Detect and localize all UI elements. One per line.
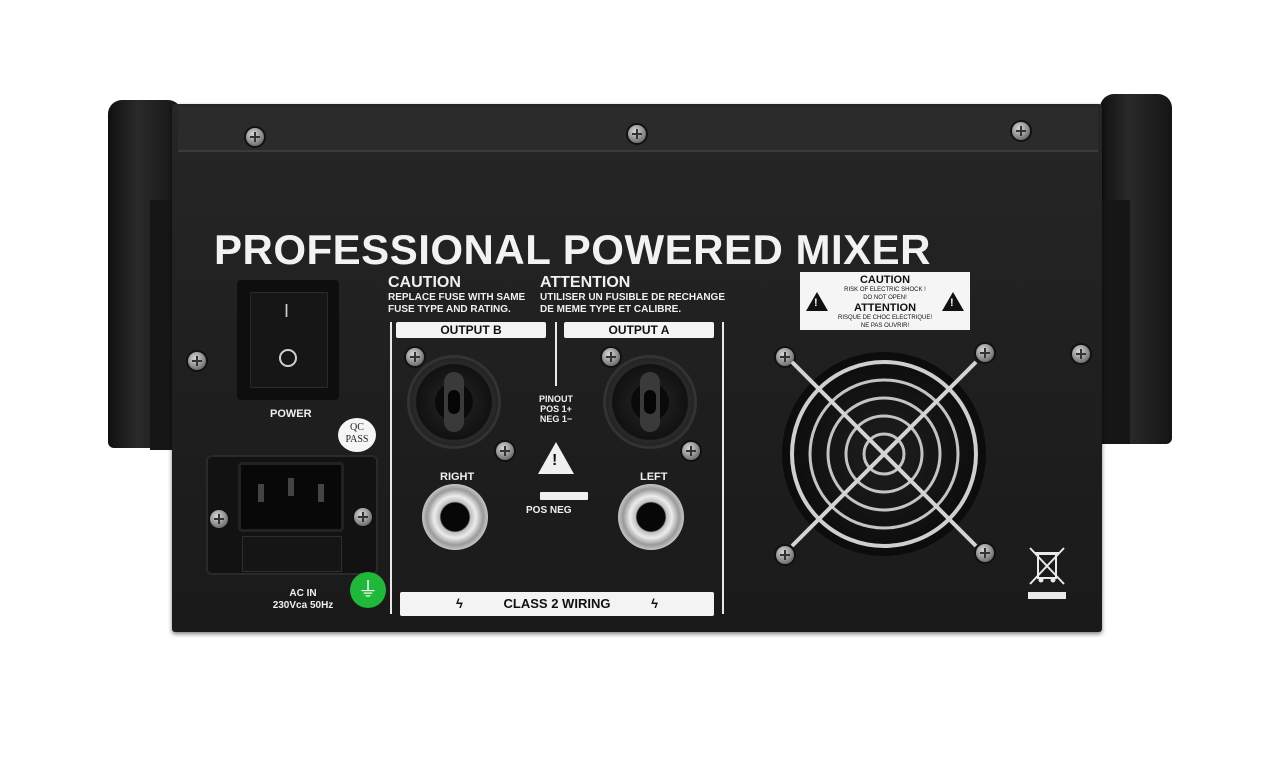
- left-label: LEFT: [640, 471, 668, 483]
- plug-diagram: [540, 492, 588, 500]
- power-off-symbol: [279, 349, 297, 367]
- bolt-icon: ϟ: [651, 596, 658, 611]
- shock-warning-sticker: CAUTION RISK OF ELECTRIC SHOCK ! DO NOT …: [800, 272, 970, 330]
- ac-power-socket[interactable]: [238, 462, 344, 532]
- class2-wiring-text: CLASS 2 WIRING: [503, 596, 611, 611]
- screw: [602, 348, 620, 366]
- pinout-line3: NEG 1−: [539, 414, 573, 424]
- right-handle-notch: [1100, 200, 1130, 444]
- fan-grille-icon: [790, 360, 978, 548]
- output-a-label: OUTPUT A: [564, 322, 714, 338]
- right-label: RIGHT: [440, 471, 475, 483]
- ac-in-line1: AC IN: [289, 588, 317, 599]
- output-b-label: OUTPUT B: [396, 322, 546, 338]
- caution-en: CAUTION REPLACE FUSE WITH SAME FUSE TYPE…: [388, 274, 548, 316]
- class2-wiring-label: ϟ CLASS 2 WIRING ϟ: [400, 592, 714, 616]
- ground-icon: ⏚: [358, 579, 378, 601]
- fuse-drawer[interactable]: [242, 536, 342, 572]
- divider: [555, 322, 557, 386]
- caution-fr-heading: ATTENTION: [540, 274, 631, 291]
- power-label: POWER: [270, 408, 312, 420]
- ground-sticker: ⏚: [350, 572, 386, 608]
- caution-fr-line1: UTILISER UN FUSIBLE DE RECHANGE: [540, 292, 726, 303]
- caution-en-line1: REPLACE FUSE WITH SAME: [388, 292, 526, 303]
- power-switch[interactable]: I: [250, 292, 328, 388]
- caution-fr-line2: DE MEME TYPE ET CALIBRE.: [540, 304, 682, 315]
- pinout-line1: PINOUT: [538, 394, 573, 404]
- pinout-label: PINOUT POS 1+ NEG 1−: [534, 394, 578, 424]
- screw: [628, 125, 646, 143]
- speakon-output-b[interactable]: [410, 358, 498, 446]
- cooling-fan: [782, 352, 986, 556]
- qc-line2: PASS: [345, 434, 369, 445]
- shock-line1-fr: RISQUE DE CHOC ELECTRIQUE!: [837, 315, 932, 321]
- weee-bin-icon: [1026, 544, 1068, 602]
- divider: [390, 322, 392, 614]
- qc-pass-sticker: QC PASS: [338, 418, 376, 452]
- caution-en-heading: CAUTION: [388, 274, 461, 291]
- bolt-icon: ϟ: [456, 596, 463, 611]
- qc-line1: QC: [350, 422, 364, 433]
- jack-output-left[interactable]: [618, 484, 684, 550]
- screw: [682, 442, 700, 460]
- warning-icon: !: [538, 442, 574, 474]
- shock-line2-fr: NE PAS OUVRIR!: [860, 323, 910, 329]
- ac-in-label: AC IN 230Vca 50Hz: [258, 588, 348, 612]
- caution-fr: ATTENTION UTILISER UN FUSIBLE DE RECHANG…: [540, 274, 730, 316]
- shock-heading-en: CAUTION: [859, 274, 911, 286]
- screw: [354, 508, 372, 526]
- power-on-symbol: I: [284, 301, 290, 321]
- screw: [496, 442, 514, 460]
- caution-en-line2: FUSE TYPE AND RATING.: [388, 304, 511, 315]
- ac-in-line2: 230Vca 50Hz: [272, 600, 334, 611]
- screw: [1012, 122, 1030, 140]
- pinout-line2: POS 1+: [540, 404, 572, 414]
- pos-neg-label: POS NEG: [526, 505, 572, 516]
- screw: [210, 510, 228, 528]
- screw: [188, 352, 206, 370]
- divider: [722, 322, 724, 614]
- screw: [1072, 345, 1090, 363]
- panel-title: PROFESSIONAL POWERED MIXER: [214, 226, 931, 273]
- screw: [406, 348, 424, 366]
- screw: [246, 128, 264, 146]
- jack-output-right[interactable]: [422, 484, 488, 550]
- speakon-output-a[interactable]: [606, 358, 694, 446]
